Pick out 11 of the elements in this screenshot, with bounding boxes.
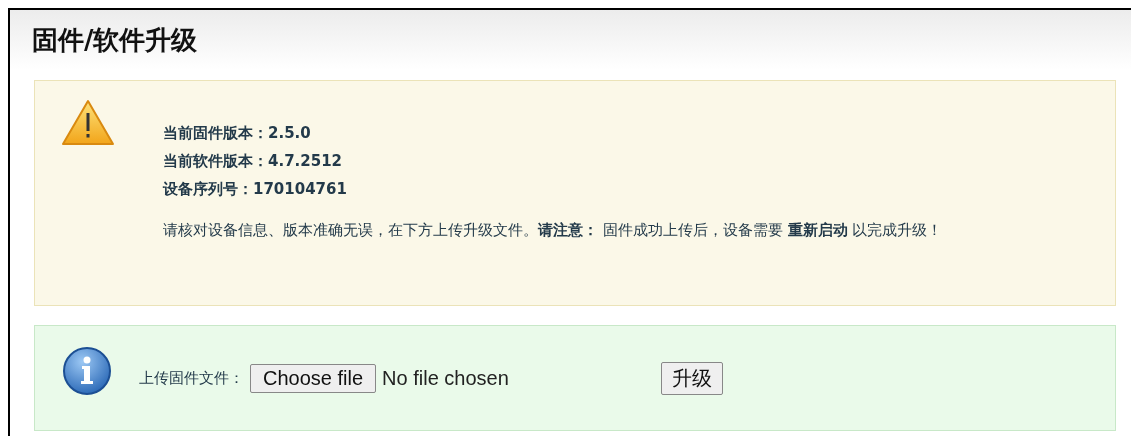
notice-text: 请核对设备信息、版本准确无误，在下方上传升级文件。请注意： 固件成功上传后，设备需要 重新启动 以完成升级！ [163,220,944,241]
upload-label: 上传固件文件： [139,368,244,388]
choose-file-button[interactable]: Choose file [250,363,377,393]
warning-icon [61,99,115,147]
info-line: 当前固件版本：2.5.0 [163,123,312,144]
page-title: 固件/软件升级 [32,23,198,57]
info-line: 设备序列号：170104761 [163,179,348,200]
info-icon [61,345,113,397]
info-line: 当前软件版本：4.7.2512 [163,151,344,172]
file-status: No file chosen [382,366,509,390]
upgrade-button[interactable]: 升级 [660,361,723,395]
